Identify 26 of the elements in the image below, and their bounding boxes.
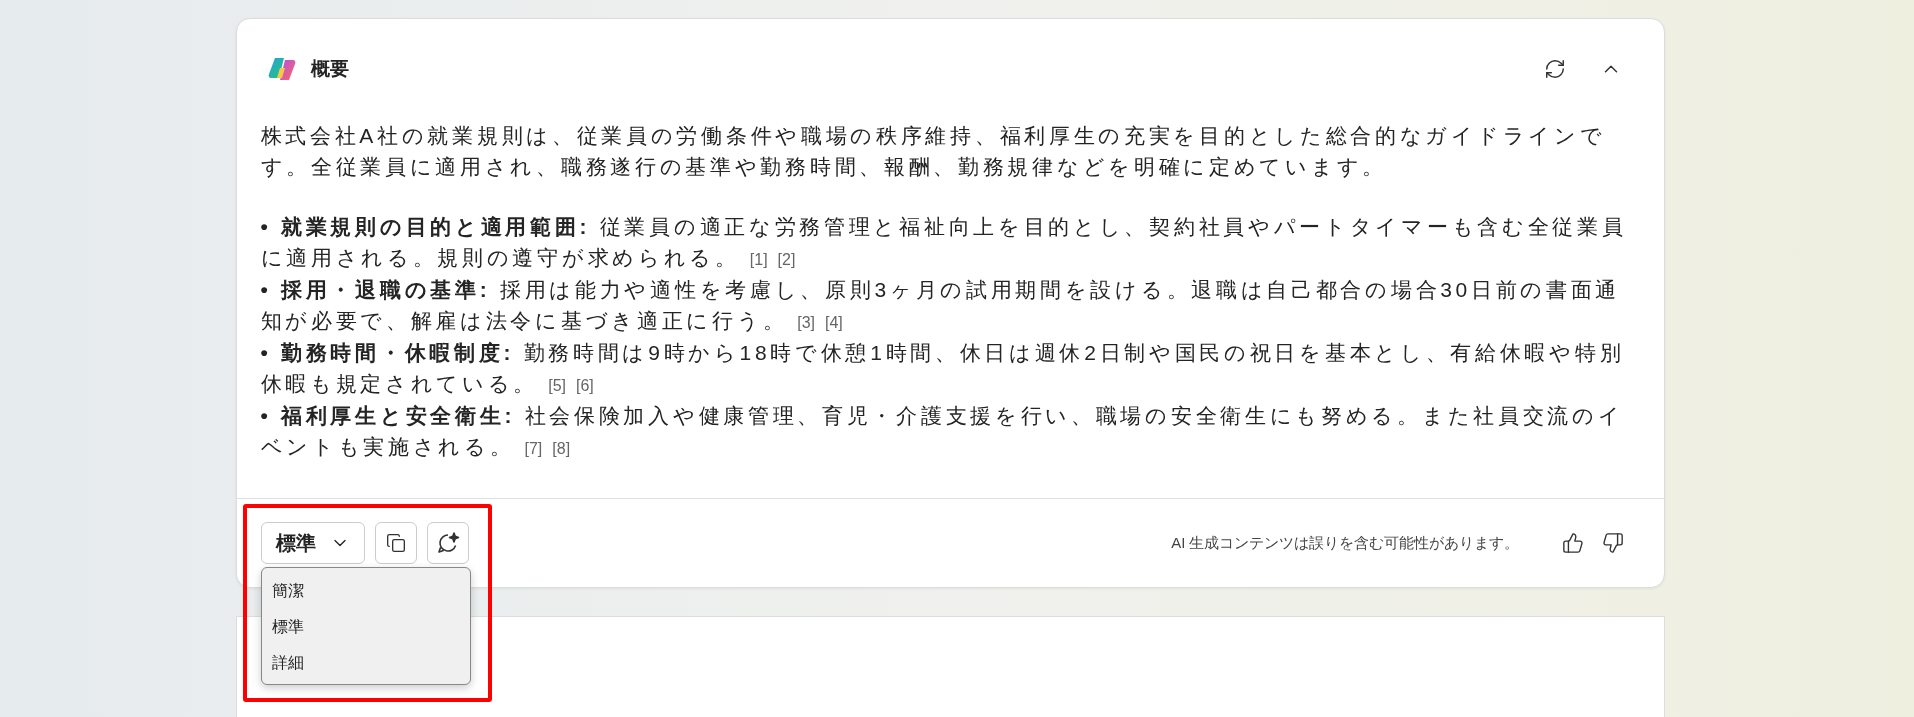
chat-button[interactable]	[426, 522, 469, 564]
citation-link[interactable]: [6]	[576, 376, 594, 394]
bullet-paragraph: • 勤務時間・休暇制度: 勤務時間は9時から18時で休憩1時間、休日は週休2日制や国民の祝日を基本とし、有給休暇や特別休暇も規定されている。 [5] [6]	[260, 340, 1626, 397]
bullet-paragraph: • 採用・退職の基準: 採用は能力や適性を考慮し、原則3ヶ月の試用期間を設ける。退職は自己都合の場合30日前の書面通知が必要で、解雇は法令に基づき適正に行う。 [3] [4]	[260, 277, 1622, 334]
thumbs-up-icon	[1561, 532, 1584, 554]
menu-item[interactable]: 詳細	[261, 644, 470, 680]
citation-link[interactable]: [7]	[524, 439, 543, 457]
citation-link[interactable]: [3]	[797, 313, 815, 331]
refresh-icon	[1543, 58, 1566, 80]
disclaimer-text: AI 生成コンテンツは誤りを含む可能性があります。	[1171, 533, 1520, 553]
bullet-paragraph: • 就業規則の目的と適用範囲: 従業員の適正な労務管理と福祉向上を目的とし、契約社員やパートタイマーも含む全従業員に適用される。規則の遵守が求められる。 [1] [2]	[260, 214, 1628, 271]
citation-link[interactable]: [2]	[777, 250, 796, 268]
citation-link[interactable]: [4]	[825, 313, 843, 331]
card-title: 概要	[310, 57, 350, 81]
citation-link[interactable]: [5]	[548, 376, 566, 394]
bullet-paragraph: • 福利厚生と安全衛生: 社会保険加入や健康管理、育児・介護支援を行い、職場の安全衛生にも努める。また社員交流のイベントも実施される。 [7] [8]	[260, 403, 1625, 460]
length-dropdown[interactable]: 標準	[260, 522, 365, 564]
menu-item[interactable]: 簡潔	[261, 572, 470, 608]
citation-link[interactable]: [8]	[552, 439, 571, 457]
chat-sparkle-icon	[435, 531, 460, 555]
menu-item[interactable]: 標準	[261, 608, 470, 644]
copy-icon	[385, 533, 406, 553]
citation-link[interactable]: [1]	[749, 250, 768, 268]
summary-paragraph: 株式会社A社の就業規則は、従業員の労働条件や職場の秩序維持、福利厚生の充実を目的とした総合的なガイドラインです。全従業員に適用され、職務遂行の基準や勤務時間、報酬、勤務規律などを明確に定めています。	[260, 123, 1607, 180]
thumbs-down-icon	[1601, 532, 1624, 554]
copy-button[interactable]	[374, 522, 417, 564]
